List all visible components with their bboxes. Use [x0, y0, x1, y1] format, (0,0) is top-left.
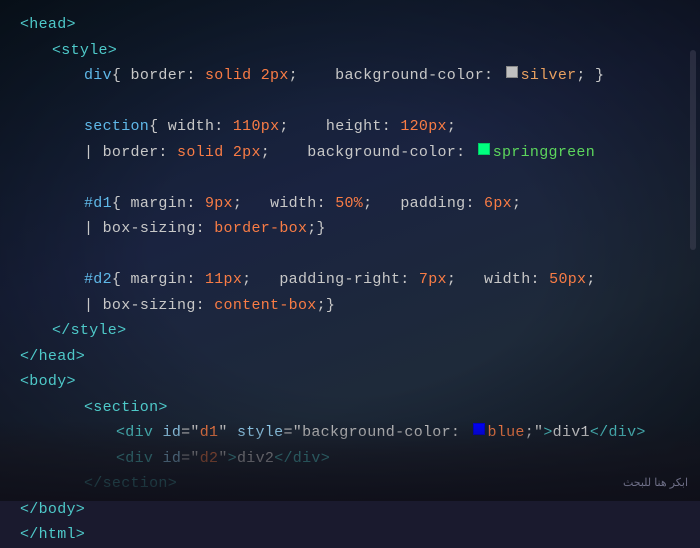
code-line: section{ width: 110px; height: 120px; — [20, 114, 700, 140]
code-token-punct: { — [112, 267, 131, 293]
code-line: div{ border: solid 2px; background-color… — [20, 63, 700, 89]
code-line: <body> — [20, 369, 700, 395]
code-token-punct: | — [84, 216, 103, 242]
code-token-selector-id: #d2 — [84, 267, 112, 293]
code-token-punct: : — [158, 140, 177, 166]
code-token-punct: ;} — [307, 216, 326, 242]
code-token-value: 6px — [484, 191, 512, 217]
code-token-value: 9px — [205, 191, 233, 217]
code-token-punct: { — [112, 191, 131, 217]
code-token-selector-id: #d1 — [84, 191, 112, 217]
code-token-property: height — [326, 114, 382, 140]
code-token-selector: div — [84, 63, 112, 89]
code-token-punct: { — [112, 63, 131, 89]
code-token-punct: ;} — [317, 293, 336, 319]
code-token-punct: ; } — [576, 63, 604, 89]
code-token-value: solid 2px — [205, 63, 289, 89]
code-token-punct: : — [456, 140, 475, 166]
code-token-property: box-sizing — [103, 216, 196, 242]
code-token-punct: ; — [289, 63, 336, 89]
code-editor-screen: <head><style>div{ border: solid 2px; bac… — [0, 0, 700, 501]
code-token-tag: <style> — [52, 38, 117, 64]
spring-color-swatch — [478, 143, 490, 155]
code-line: #d2{ margin: 11px; padding-right: 7px; w… — [20, 267, 700, 293]
code-token-punct: ; — [447, 267, 484, 293]
code-token-tag: <section> — [84, 395, 168, 421]
code-token-punct: : — [186, 191, 205, 217]
code-token-punct: | — [84, 293, 103, 319]
code-token-property: padding — [400, 191, 465, 217]
silver-color-swatch — [506, 66, 518, 78]
code-token-punct: ; — [233, 191, 270, 217]
code-line: #d1{ margin: 9px; width: 50%; padding: 6… — [20, 191, 700, 217]
code-token-value: 50% — [335, 191, 363, 217]
code-token-punct: ; — [512, 191, 521, 217]
code-line — [20, 242, 700, 268]
code-token-value: border-box — [214, 216, 307, 242]
code-token-color-spring: springgreen — [493, 140, 595, 166]
code-token-punct: : — [186, 267, 205, 293]
code-token-punct: ; — [363, 191, 400, 217]
code-token-punct: : — [465, 191, 484, 217]
code-token-punct: : — [214, 114, 233, 140]
code-line: | border: solid 2px; background-color: s… — [20, 140, 700, 166]
code-line: </head> — [20, 344, 700, 370]
code-token-punct: : — [317, 191, 336, 217]
code-token-value: 120px — [400, 114, 447, 140]
code-token-color-silver: silver — [521, 63, 577, 89]
code-token-value: 50px — [549, 267, 586, 293]
code-token-punct: { — [149, 114, 168, 140]
code-token-property: border — [103, 140, 159, 166]
code-token-punct: ; — [279, 114, 326, 140]
code-token-punct: : — [484, 63, 503, 89]
code-token-punct: | — [84, 140, 103, 166]
code-token-value: content-box — [214, 293, 316, 319]
code-token-punct: : — [531, 267, 550, 293]
code-token-tag: </head> — [20, 344, 85, 370]
code-token-property: background-color — [335, 63, 484, 89]
code-token-property: width — [484, 267, 531, 293]
code-token-punct: : — [196, 293, 215, 319]
code-line — [20, 165, 700, 191]
code-token-value: 11px — [205, 267, 242, 293]
code-token-property: margin — [131, 267, 187, 293]
code-token-property: margin — [131, 191, 187, 217]
code-token-property: border — [131, 63, 187, 89]
scrollbar[interactable] — [690, 50, 696, 250]
code-line — [20, 89, 700, 115]
code-token-property: background-color — [307, 140, 456, 166]
code-token-tag: <head> — [20, 12, 76, 38]
code-token-value: 110px — [233, 114, 280, 140]
code-token-punct: : — [400, 267, 419, 293]
code-line: <section> — [20, 395, 700, 421]
code-token-tag: </style> — [52, 318, 126, 344]
code-token-property: width — [270, 191, 317, 217]
code-token-property: width — [168, 114, 215, 140]
code-line: <style> — [20, 38, 700, 64]
code-token-tag: </html> — [20, 522, 85, 548]
code-line: <head> — [20, 12, 700, 38]
code-token-punct: ; — [586, 267, 595, 293]
watermark-text: ابكر هنا للبحث — [623, 474, 688, 493]
code-token-tag: <body> — [20, 369, 76, 395]
code-token-property: box-sizing — [103, 293, 196, 319]
code-token-property: padding-right — [279, 267, 400, 293]
code-token-value: solid 2px — [177, 140, 261, 166]
code-line: | box-sizing: border-box;} — [20, 216, 700, 242]
code-token-punct: ; — [242, 267, 279, 293]
code-token-punct: ; — [261, 140, 308, 166]
code-token-selector: section — [84, 114, 149, 140]
keyboard-overlay — [0, 421, 700, 501]
code-line: </html> — [20, 522, 700, 548]
code-token-punct: : — [196, 216, 215, 242]
code-token-value: 7px — [419, 267, 447, 293]
code-line: </style> — [20, 318, 700, 344]
code-line: | box-sizing: content-box;} — [20, 293, 700, 319]
code-token-punct: : — [186, 63, 205, 89]
code-token-punct: ; — [447, 114, 456, 140]
code-token-punct: : — [382, 114, 401, 140]
